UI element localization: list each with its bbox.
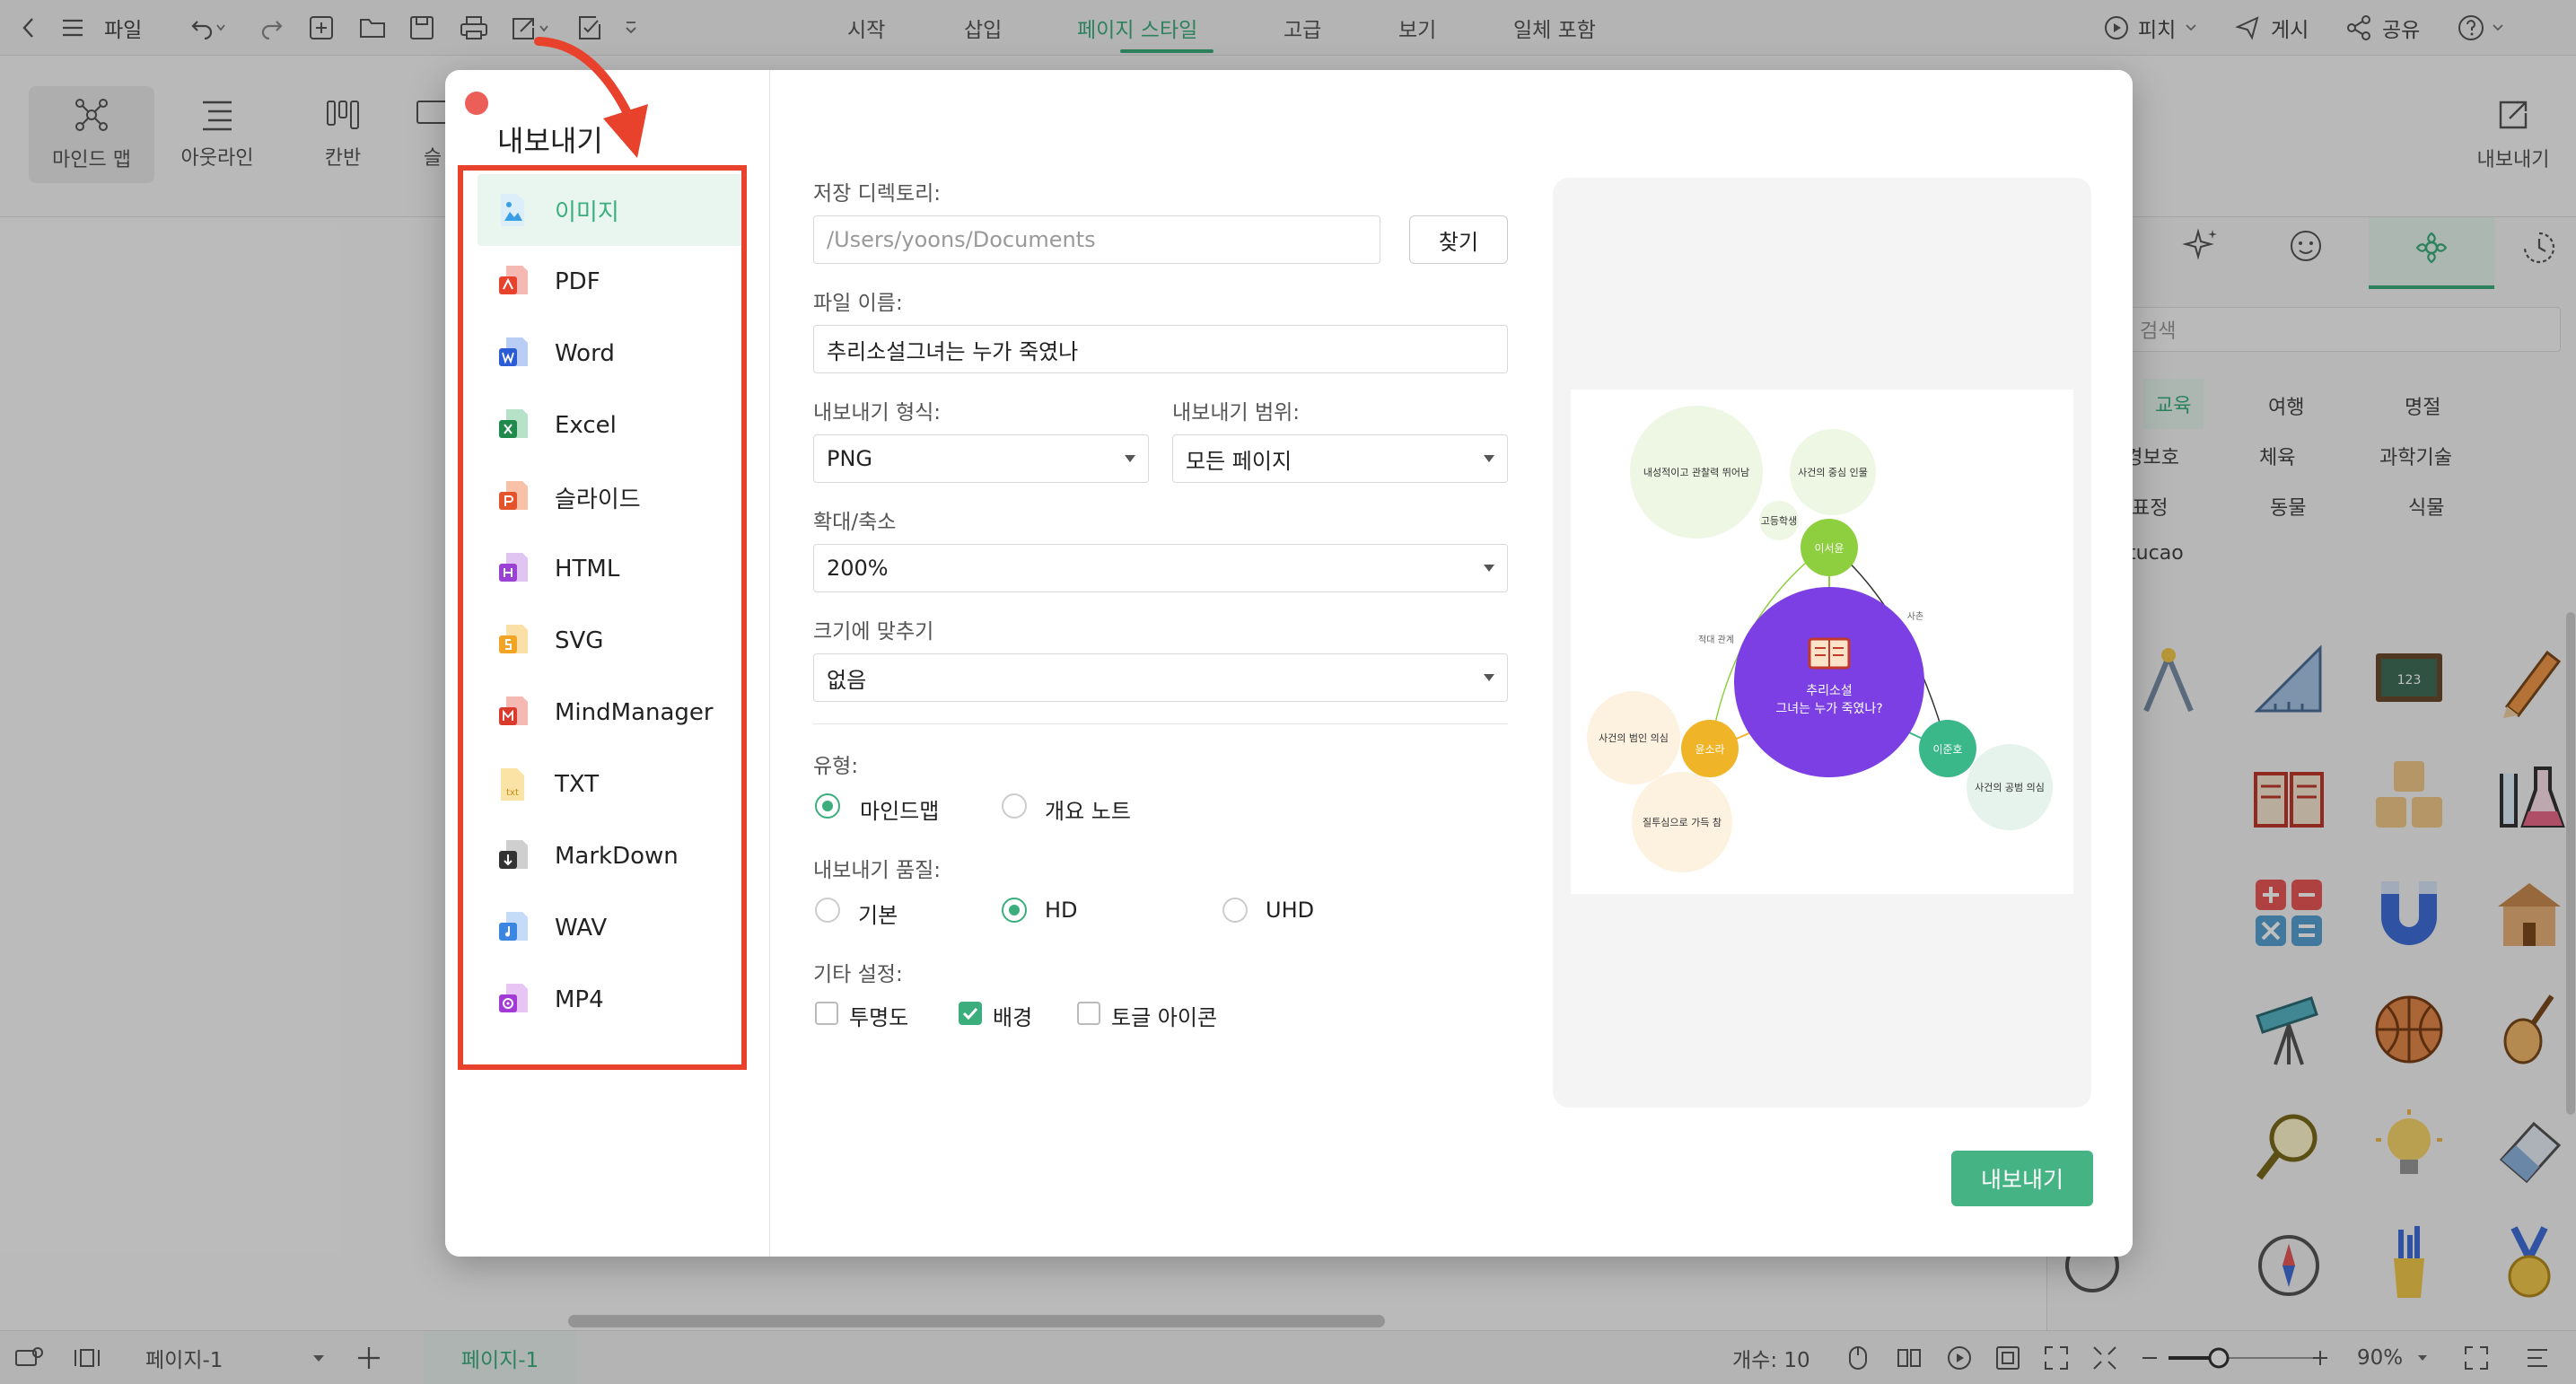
fit-label: 크기에 맞추기: [813, 620, 934, 644]
check-icon: [962, 1007, 978, 1020]
type-outline-radio[interactable]: [1002, 793, 1027, 819]
range-select-value: 모든 페이지: [1186, 448, 1292, 474]
node-label: 윤소라: [1695, 743, 1724, 756]
quality-basic-label[interactable]: 기본: [858, 898, 898, 929]
annotation-arrow: [534, 37, 648, 158]
export-button[interactable]: 내보내기: [1951, 1151, 2093, 1206]
divider: [813, 723, 1508, 724]
other-settings-label: 기타 설정:: [813, 963, 903, 986]
quality-uhd-label[interactable]: UHD: [1266, 898, 1314, 923]
leaf-label: 사건의 공범 의심: [1975, 782, 2045, 793]
leaf-label: 사건의 중심 인물: [1798, 467, 1868, 478]
node-label: 이서윤: [1814, 542, 1844, 555]
save-dir-input[interactable]: /Users/yoons/Documents: [813, 215, 1380, 264]
scale-label: 확대/축소: [813, 511, 897, 534]
leaf-label: 내성적이고 관찰력 뛰어남: [1643, 467, 1749, 478]
toggle-icon-label[interactable]: 토글 아이콘: [1111, 1000, 1217, 1031]
background-checkbox[interactable]: [959, 1002, 982, 1025]
center-node: [1734, 587, 1924, 777]
chevron-down-icon: [1484, 455, 1494, 462]
quality-basic-radio[interactable]: [815, 898, 840, 923]
range-select[interactable]: 모든 페이지: [1172, 434, 1508, 483]
type-mindmap-radio[interactable]: [815, 793, 840, 819]
background-label[interactable]: 배경: [993, 1000, 1032, 1031]
type-mindmap-label[interactable]: 마인드맵: [860, 793, 939, 825]
filename-input[interactable]: 추리소설그녀는 누가 죽였나: [813, 325, 1508, 373]
browse-button[interactable]: 찾기: [1409, 215, 1508, 264]
format-sidebar: 내보내기 이미지 PDF Word Excel 슬라이드 HTML SVG Mi…: [445, 70, 770, 1257]
leaf-label: 질투심으로 가득 참: [1643, 817, 1722, 828]
export-dialog: 내보내기 이미지 PDF Word Excel 슬라이드 HTML SVG Mi…: [445, 70, 2133, 1257]
quality-hd-label[interactable]: HD: [1045, 898, 1078, 923]
leaf-label: 사건의 범인 의심: [1599, 732, 1669, 744]
transparency-checkbox[interactable]: [815, 1002, 838, 1025]
center-subtitle: 그녀는 누가 죽였나?: [1775, 702, 1882, 716]
chevron-down-icon: [1125, 455, 1135, 462]
mindmap-graphic: 추리소설 그녀는 누가 죽였나? 이서윤 윤소라 이준호 내성적이고 관찰력 뛰…: [1587, 406, 2053, 872]
type-outline-label[interactable]: 개요 노트: [1045, 793, 1131, 825]
format-select-label: 내보내기 형식:: [813, 401, 942, 425]
leaf-label: 고등학생: [1761, 515, 1797, 527]
relation-label: 적대 관계: [1698, 635, 1734, 645]
toggle-icon-checkbox[interactable]: [1077, 1002, 1100, 1025]
relation-label: 사촌: [1907, 611, 1923, 622]
save-dir-label: 저장 디렉토리:: [813, 182, 942, 206]
center-title: 추리소설: [1806, 684, 1853, 698]
fit-select-value: 없음: [827, 667, 867, 693]
format-select-value: PNG: [827, 446, 873, 471]
quality-label: 내보내기 품질:: [813, 859, 942, 882]
export-preview: 추리소설 그녀는 누가 죽였나? 이서윤 윤소라 이준호 내성적이고 관찰력 뛰…: [1553, 178, 2091, 1108]
scale-select[interactable]: 200%: [813, 544, 1508, 592]
range-select-label: 내보내기 범위:: [1172, 401, 1301, 425]
format-list-highlight: [458, 165, 747, 1070]
quality-hd-radio[interactable]: [1002, 898, 1027, 923]
node-label: 이준호: [1932, 743, 1962, 756]
quality-uhd-radio[interactable]: [1222, 898, 1248, 923]
chevron-down-icon: [1484, 565, 1494, 572]
format-select[interactable]: PNG: [813, 434, 1149, 483]
type-label: 유형:: [813, 755, 859, 778]
fit-select[interactable]: 없음: [813, 653, 1508, 702]
chevron-down-icon: [1484, 674, 1494, 681]
scale-select-value: 200%: [827, 556, 889, 581]
filename-label: 파일 이름:: [813, 292, 903, 315]
mindmap-preview: 추리소설 그녀는 누가 죽였나? 이서윤 윤소라 이준호 내성적이고 관찰력 뛰…: [1571, 390, 2073, 894]
transparency-label[interactable]: 투명도: [849, 1000, 908, 1031]
